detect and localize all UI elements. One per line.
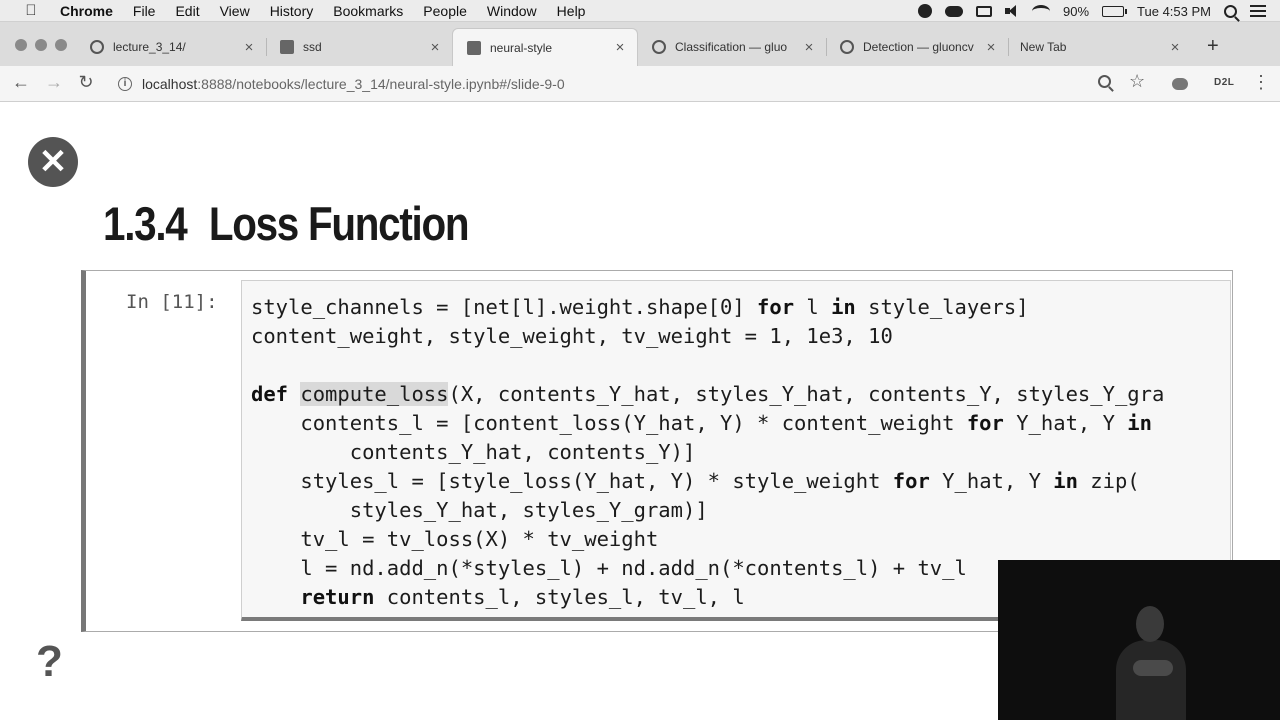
presenter-hands	[1133, 660, 1173, 676]
slide-title: 1.3.4 Loss Function	[103, 196, 470, 251]
code-line: tv_l = tv_loss(X) * tv_weight	[251, 527, 659, 551]
gluoncv-icon	[652, 40, 666, 54]
code-line: styles_l = [style_loss(Y_hat, Y) * style…	[251, 469, 1140, 493]
tab-new-tab[interactable]: New Tab ×	[1006, 28, 1192, 66]
browser-toolbar: ← → ↻ i localhost:8888/notebooks/lecture…	[0, 66, 1280, 102]
url-path: :8888/notebooks/lecture_3_14/neural-styl…	[197, 76, 565, 92]
tab-neural-style[interactable]: neural-style ×	[452, 28, 638, 66]
zoom-magnifier-icon[interactable]	[1098, 75, 1111, 88]
menu-edit[interactable]: Edit	[175, 3, 199, 19]
macos-menu-bar:  Chrome File Edit View History Bookmark…	[0, 0, 1280, 22]
tab-lecture[interactable]: lecture_3_14/ ×	[76, 28, 266, 66]
tab-detection[interactable]: Detection — gluoncv ×	[826, 28, 1008, 66]
section-number: 1.3.4	[103, 197, 188, 250]
battery-percent: 90%	[1063, 3, 1090, 19]
tab-close-icon[interactable]: ×	[802, 39, 816, 56]
tab-close-icon[interactable]: ×	[242, 39, 256, 56]
volume-icon[interactable]	[1005, 5, 1019, 17]
back-arrow-icon[interactable]: ←	[10, 72, 32, 93]
help-question-icon[interactable]: ?	[36, 637, 63, 687]
code-line: contents_l = [content_loss(Y_hat, Y) * c…	[251, 411, 1152, 435]
tab-title: New Tab	[1020, 40, 1067, 54]
address-bar[interactable]: i localhost:8888/notebooks/lecture_3_14/…	[108, 70, 1162, 98]
extension-cloud-icon[interactable]	[1172, 78, 1188, 90]
globe-icon	[90, 40, 104, 54]
site-info-icon[interactable]: i	[118, 77, 132, 91]
browser-tab-strip: lecture_3_14/ × ssd × neural-style × Cla…	[0, 22, 1280, 66]
presenter-webcam-video	[998, 560, 1280, 720]
presenter-body	[1116, 640, 1186, 720]
cell-input-prompt: In [11]:	[126, 291, 218, 313]
status-area: 90% Tue 4:53 PM	[918, 0, 1266, 22]
presenter-head	[1136, 606, 1164, 642]
notification-center-icon[interactable]	[1250, 5, 1266, 17]
d2l-extension-button[interactable]: D2L	[1214, 77, 1234, 88]
apple-menu-icon[interactable]: 	[20, 2, 42, 19]
window-close-button[interactable]	[15, 39, 27, 51]
tab-close-icon[interactable]: ×	[428, 39, 442, 56]
notebook-icon	[467, 40, 481, 55]
cloud-icon[interactable]	[945, 5, 964, 17]
tab-close-icon[interactable]: ×	[1168, 39, 1182, 56]
forward-arrow-icon[interactable]: →	[43, 72, 65, 93]
tab-title: neural-style	[490, 40, 553, 55]
tab-ssd[interactable]: ssd ×	[266, 28, 452, 66]
wifi-icon[interactable]	[1032, 4, 1051, 18]
code-line: content_weight, style_weight, tv_weight …	[251, 324, 893, 348]
tab-title: Detection — gluoncv	[863, 40, 974, 54]
code-line: styles_Y_hat, styles_Y_gram)]	[251, 498, 708, 522]
clock[interactable]: Tue 4:53 PM	[1137, 4, 1211, 19]
code-line: def compute_loss(X, contents_Y_hat, styl…	[251, 382, 1165, 406]
menu-bookmarks[interactable]: Bookmarks	[333, 3, 403, 19]
bookmark-star-icon[interactable]: ☆	[1129, 71, 1145, 92]
url-host: localhost	[142, 76, 198, 92]
tab-classification[interactable]: Classification — gluo ×	[638, 28, 826, 66]
section-title: Loss Function	[208, 197, 470, 250]
battery-icon[interactable]	[1102, 5, 1128, 17]
tab-title: ssd	[303, 40, 322, 54]
tab-close-icon[interactable]: ×	[613, 39, 627, 56]
reload-icon[interactable]: ↻	[75, 72, 97, 93]
chrome-menu-icon[interactable]: ⋮	[1252, 72, 1270, 93]
notebook-icon	[280, 40, 294, 54]
menu-file[interactable]: File	[133, 3, 156, 19]
tab-title: lecture_3_14/	[113, 40, 186, 54]
menu-people[interactable]: People	[423, 3, 467, 19]
close-slideshow-icon[interactable]: ✕	[28, 137, 78, 187]
tab-title: Classification — gluo	[675, 40, 788, 54]
menu-window[interactable]: Window	[487, 3, 537, 19]
menu-history[interactable]: History	[270, 3, 314, 19]
spotlight-search-icon[interactable]	[1224, 4, 1237, 18]
code-line: style_channels = [net[l].weight.shape[0]…	[251, 295, 1029, 319]
code-line: contents_Y_hat, contents_Y)]	[251, 440, 696, 464]
tab-close-icon[interactable]: ×	[984, 39, 998, 56]
menu-view[interactable]: View	[220, 3, 250, 19]
url-text[interactable]: localhost:8888/notebooks/lecture_3_14/ne…	[142, 76, 565, 92]
gluoncv-icon	[840, 40, 854, 54]
airplay-icon[interactable]	[976, 5, 993, 17]
window-zoom-button[interactable]	[55, 39, 67, 51]
menu-app-name[interactable]: Chrome	[60, 3, 113, 19]
status-app-icon[interactable]	[918, 4, 933, 18]
menu-help[interactable]: Help	[557, 3, 586, 19]
new-tab-plus-icon[interactable]: +	[1207, 35, 1219, 58]
window-minimize-button[interactable]	[35, 39, 47, 51]
